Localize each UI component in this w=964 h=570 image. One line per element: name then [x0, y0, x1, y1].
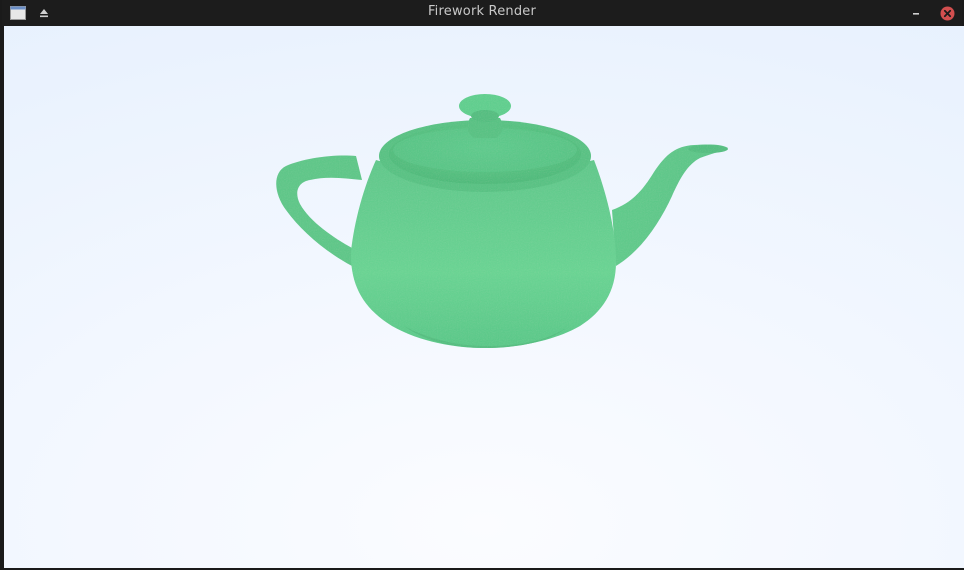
- close-icon[interactable]: [939, 5, 955, 21]
- title-bar[interactable]: Firework Render: [2, 0, 962, 26]
- spout-opening: [688, 145, 728, 153]
- teapot-handle: [276, 155, 362, 266]
- teapot-render: [276, 94, 728, 348]
- teapot-spout: [612, 144, 728, 266]
- window-title: Firework Render: [427, 4, 537, 19]
- render-window: Firework Render: [0, 0, 964, 570]
- minimize-icon[interactable]: [908, 5, 924, 21]
- render-viewport[interactable]: [4, 26, 964, 568]
